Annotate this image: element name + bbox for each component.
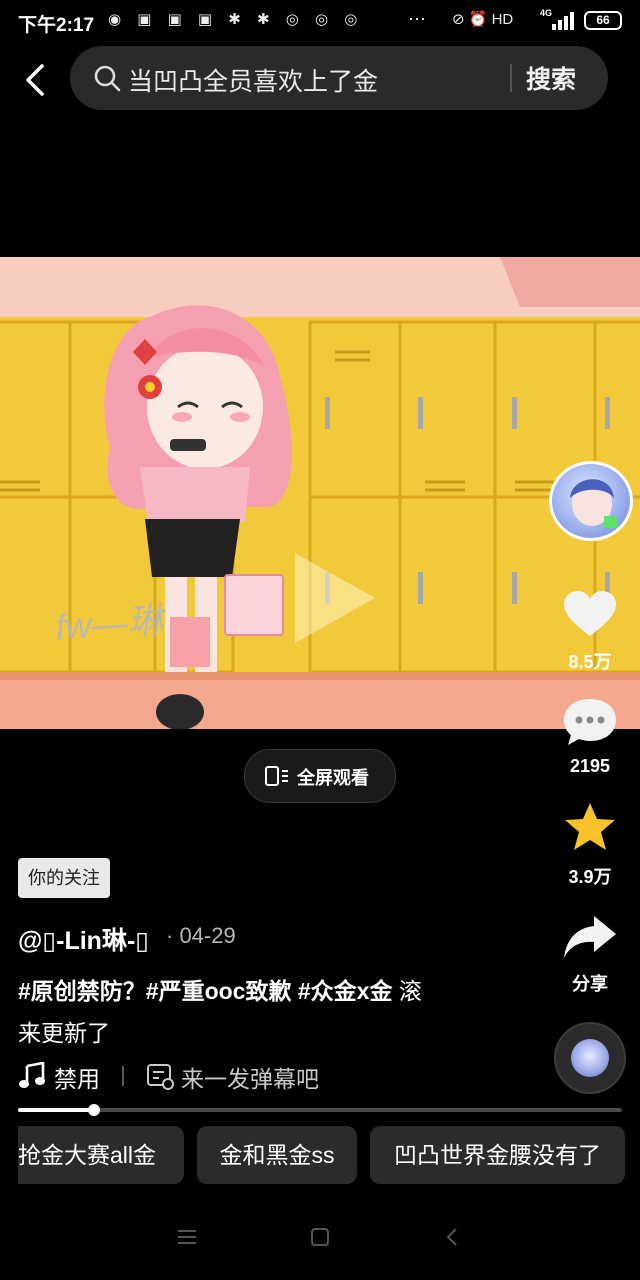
comment-count: 2195: [569, 756, 611, 776]
post-date: · 04-29: [166, 923, 236, 948]
post-description-tail: 滚: [392, 978, 422, 1004]
favorite-count: 3.9万: [568, 867, 612, 887]
comment-icon[interactable]: [562, 697, 618, 747]
share-label[interactable]: 分享: [550, 970, 630, 996]
music-disc-cover: [571, 1039, 609, 1077]
music-note-icon: [19, 1062, 45, 1088]
signal-icon: [552, 12, 574, 30]
related-search-chip[interactable]: 金和黑金ss: [197, 1126, 357, 1184]
menu-nav-icon[interactable]: [174, 1224, 200, 1250]
search-divider: [510, 64, 512, 92]
search-icon: [94, 65, 121, 92]
progress-track[interactable]: [18, 1108, 622, 1112]
like-count: 8.5万: [568, 652, 612, 672]
avatar-illustration: [570, 479, 618, 528]
video-watermark: fw—琳: [53, 599, 165, 648]
status-time: 下午2:17: [18, 15, 95, 36]
network-type: 4G: [540, 8, 553, 18]
battery-indicator: 66: [584, 11, 622, 30]
share-arrow-icon[interactable]: [562, 912, 618, 962]
danmu-icon[interactable]: [146, 1062, 174, 1090]
post-description-line1[interactable]: #原创禁防？#严重ooc致歉 #众金x金 滚: [18, 972, 422, 1006]
back-icon[interactable]: [18, 58, 54, 102]
video-player[interactable]: [0, 257, 640, 729]
search-button[interactable]: 搜索: [526, 60, 576, 96]
fullscreen-icon: [265, 766, 288, 786]
following-badge: 你的关注: [18, 858, 110, 898]
author-name[interactable]: @▯-Lin琳-▯: [18, 921, 149, 957]
fullscreen-label: 全屏观看: [297, 768, 369, 788]
post-hashtags[interactable]: #原创禁防？#严重ooc致歉 #众金x金: [18, 978, 392, 1004]
music-label[interactable]: 禁用: [54, 1060, 100, 1094]
system-status-icons: ⊘ ⏰ HD: [452, 11, 514, 28]
related-search-chip[interactable]: 抢金大赛all金: [18, 1126, 184, 1184]
more-notifications-icon: ···: [408, 8, 426, 28]
favorite-star-icon[interactable]: [562, 802, 618, 852]
notification-icons: ◉ ▣ ▣ ▣ ✱ ✱ ◎ ◎ ◎: [108, 11, 364, 28]
search-query[interactable]: 当凹凸全员喜欢上了金: [128, 62, 378, 98]
like-icon[interactable]: [562, 590, 618, 640]
danmu-input[interactable]: 来一发弹幕吧: [181, 1060, 319, 1094]
progress-fill: [18, 1108, 94, 1112]
video-frame-illustration: [0, 257, 640, 729]
music-divider: [122, 1066, 124, 1086]
author-avatar[interactable]: [549, 461, 633, 541]
post-description-line2: 来更新了: [18, 1020, 110, 1046]
progress-handle[interactable]: [88, 1104, 100, 1116]
play-icon[interactable]: [290, 548, 380, 648]
related-search-chip[interactable]: 凹凸世界金腰没有了: [370, 1126, 625, 1184]
back-nav-icon[interactable]: [440, 1224, 466, 1250]
home-nav-icon[interactable]: [307, 1224, 333, 1250]
